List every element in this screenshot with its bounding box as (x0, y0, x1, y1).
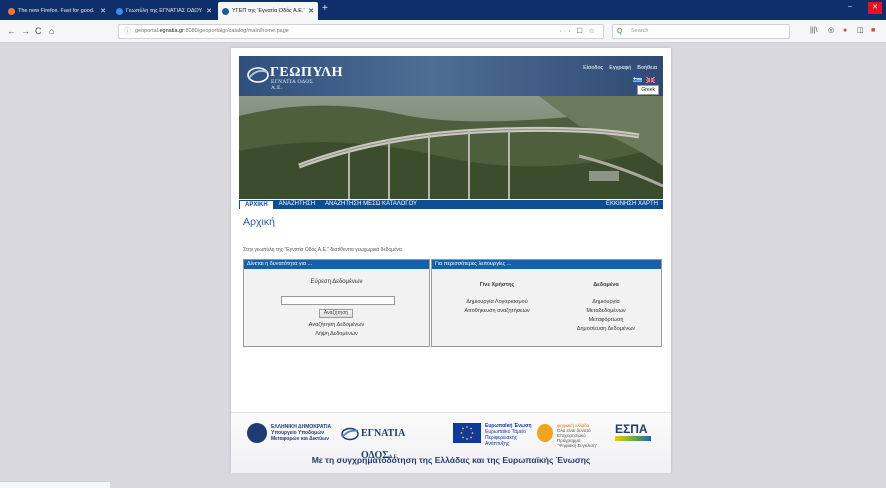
extension-icon[interactable]: ■ (871, 26, 875, 36)
upload-link[interactable]: Μεταφόρτωση (556, 316, 656, 325)
tab-label: The new Firefox. Fast for good. (18, 8, 95, 14)
search-data-link[interactable]: Αναζήτηση Δεδομένων (244, 322, 429, 328)
top-links: Είσοδος Εγγραφή Βοήθεια (583, 65, 657, 71)
address-bar[interactable]: ⓘ geoportal.egnatia.gr:8080/geoportalgr/… (118, 24, 604, 39)
column-title: Γίνε Χρήστης (479, 282, 515, 288)
page-actions-icon[interactable]: ··· ☐ ☆ (560, 25, 597, 38)
search-engine-icon: Q (617, 28, 623, 35)
url-path: :8080/geoportalgr/catalog/main/home.page (183, 28, 289, 34)
more-functions-panel: Για περισσότερες λειτουργίες ... Γίνε Χρ… (431, 259, 662, 347)
browser-toolbar: ← → C ⌂ ⓘ geoportal.egnatia.gr:8080/geop… (0, 20, 886, 43)
greek-emblem-icon (247, 423, 267, 443)
status-bar (0, 481, 110, 488)
ministry-line: Μεταφορών και Δικτύων (271, 436, 330, 442)
close-icon[interactable]: ✕ (308, 7, 314, 15)
search-input[interactable]: Q Search (612, 24, 790, 39)
cofunding-slogan: Με τη συγχρηματοδότηση της Ελλάδας και τ… (311, 455, 591, 465)
greek-flag-icon[interactable] (633, 77, 642, 83)
espa-logo: ΕΣΠΑ (615, 423, 663, 445)
column-title: Δεδομένα (593, 282, 619, 288)
ministry-logo: ΕΛΛΗΝΙΚΗ ΔΗΜΟΚΡΑΤΙΑ Υπουργείο Υποδομών Μ… (247, 423, 333, 445)
eu-flag-icon (453, 423, 481, 443)
screenshot-icon[interactable]: ◫ (857, 26, 864, 36)
browser-tab-bar: The new Firefox. Fast for good. ✕ Γεωπύλ… (0, 0, 886, 20)
find-data-title: Εύρεση Δεδομένων (310, 279, 363, 285)
info-icon[interactable]: ⓘ (124, 25, 131, 38)
metadata-link[interactable]: Μεταδεδομένων (556, 307, 656, 316)
language-tooltip: Greek (637, 85, 659, 95)
tab-label: Γεωπύλη της ΕΓΝΑΤΙΑΣ ΟΔΟΥ (126, 8, 203, 14)
language-flags (633, 77, 655, 83)
url-domain: egnatia.gr (159, 28, 184, 34)
espa-text: ΕΣΠΑ (615, 422, 648, 436)
sidebar-icon[interactable]: ◎ (828, 26, 834, 36)
pocket-icon[interactable]: ● (843, 26, 847, 36)
reload-icon[interactable]: C (35, 25, 42, 37)
menu-search[interactable]: ΑΝΑΖΗΤΗΣΗ (274, 200, 320, 209)
library-icon[interactable]: |||\ (810, 26, 817, 36)
help-link[interactable]: Βοήθεια (637, 65, 657, 71)
espa-bar (615, 436, 651, 441)
digital-line: Επιχειρησιακό Πρόγραμμα (557, 433, 586, 443)
main-menu: ΑΡΧΙΚΗ ΑΝΑΖΗΤΗΣΗ ΑΝΑΖΗΤΗΣΗ ΜΕΣΩ ΚΑΤΑΛΟΓΟ… (239, 200, 663, 209)
search-input[interactable] (281, 296, 395, 305)
site-favicon-icon (116, 7, 123, 15)
close-icon[interactable]: ✕ (206, 7, 212, 15)
egnatia-mark-icon (341, 427, 359, 441)
site-logo[interactable]: ΓΕΩΠΥΛΗ ΕΓΝΑΤΙΑ ΟΔΟΣ Α.Ε. (247, 64, 343, 91)
panel-heading: Δίνεται η δυνατότητα για ... (244, 260, 429, 269)
uk-flag-icon[interactable] (646, 77, 655, 83)
logo-subtitle: ΕΓΝΑΤΙΑ ΟΔΟΣ Α.Ε. (271, 79, 314, 91)
search-placeholder: Search (631, 28, 649, 34)
url-prefix: geoportal. (135, 28, 160, 34)
user-column: Γίνε Χρήστης Δημιουργία Λογαριασμού Αποθ… (450, 281, 544, 316)
hero-image (239, 96, 663, 199)
publish-data-link[interactable]: Δημοσίευση Δεδομένων (556, 325, 656, 334)
register-link[interactable]: Εγγραφή (609, 65, 631, 71)
close-window-icon[interactable]: ✕ (868, 2, 882, 14)
menu-home[interactable]: ΑΡΧΙΚΗ (239, 200, 274, 209)
footer: ΕΛΛΗΝΙΚΗ ΔΗΜΟΚΡΑΤΙΑ Υπουργείο Υποδομών Μ… (231, 412, 671, 473)
menu-launch-map[interactable]: ΕΚΚΙΝΗΣΗ ΧΑΡΤΗ (601, 200, 663, 209)
firefox-icon (8, 7, 15, 15)
login-link[interactable]: Είσοδος (583, 65, 603, 71)
home-icon[interactable]: ⌂ (49, 25, 54, 37)
create-account-link[interactable]: Δημιουργία Λογαριασμού (450, 298, 544, 307)
egnatia-logo: ΕΓΝΑΤΙΑ ΟΔΟΣΑ.Ε. (341, 423, 441, 461)
forward-icon[interactable]: → (21, 25, 30, 37)
close-icon[interactable]: ✕ (100, 7, 106, 15)
browser-tab-geoportal[interactable]: Γεωπύλη της ΕΓΝΑΤΙΑΣ ΟΔΟΥ ✕ (112, 2, 216, 20)
back-icon[interactable]: ← (7, 25, 16, 37)
digital-line: "Ψηφιακή Σύγκλιση" (557, 443, 598, 448)
tab-label: ΥΓΕΠ της 'Εγνατία Οδός Α.Ε.' (232, 8, 305, 14)
data-column: Δεδομένα Δημιουργία Μεταδεδομένων Μεταφό… (556, 281, 656, 334)
search-button[interactable]: Αναζήτηση (319, 309, 353, 318)
page-title: Αρχική (243, 216, 275, 228)
minimize-icon[interactable]: – (848, 3, 852, 10)
site-favicon-icon (222, 7, 229, 15)
digital-greece-logo: ψηφιακή ελλάδα Όλα είναι δυνατά Επιχειρη… (537, 423, 601, 448)
create-link[interactable]: Δημιουργία (556, 298, 656, 307)
digital-greece-icon (537, 424, 553, 442)
logo-mark-icon (247, 67, 269, 83)
download-data-link[interactable]: Λήψη Δεδομένων (244, 331, 429, 337)
save-searches-link[interactable]: Αποθήκευση αναζητήσεων (450, 307, 544, 316)
intro-text: Στην γεωπύλη της "Εγνατία Οδός Α.Ε." δια… (243, 247, 404, 253)
web-page: ΓΕΩΠΥΛΗ ΕΓΝΑΤΙΑ ΟΔΟΣ Α.Ε. Είσοδος Εγγραφ… (231, 48, 671, 473)
panel-heading: Για περισσότερες λειτουργίες ... (432, 260, 661, 269)
new-tab-button[interactable]: + (322, 3, 328, 15)
browser-tab-active[interactable]: ΥΓΕΠ της 'Εγνατία Οδός Α.Ε.' ✕ (218, 2, 318, 20)
find-data-panel: Δίνεται η δυνατότητα για ... Εύρεση Δεδο… (243, 259, 430, 347)
eu-logo: Ευρωπαϊκή Ένωση Ευρωπαϊκό Ταμείο Περιφερ… (453, 423, 547, 447)
site-banner: ΓΕΩΠΥΛΗ ΕΓΝΑΤΙΑ ΟΔΟΣ Α.Ε. Είσοδος Εγγραφ… (239, 56, 663, 96)
eu-line: Ανάπτυξης (485, 441, 510, 447)
menu-catalog-search[interactable]: ΑΝΑΖΗΤΗΣΗ ΜΕΣΩ ΚΑΤΑΛΟΓΟΥ (320, 200, 422, 209)
browser-tab-firefox[interactable]: The new Firefox. Fast for good. ✕ (4, 2, 110, 20)
